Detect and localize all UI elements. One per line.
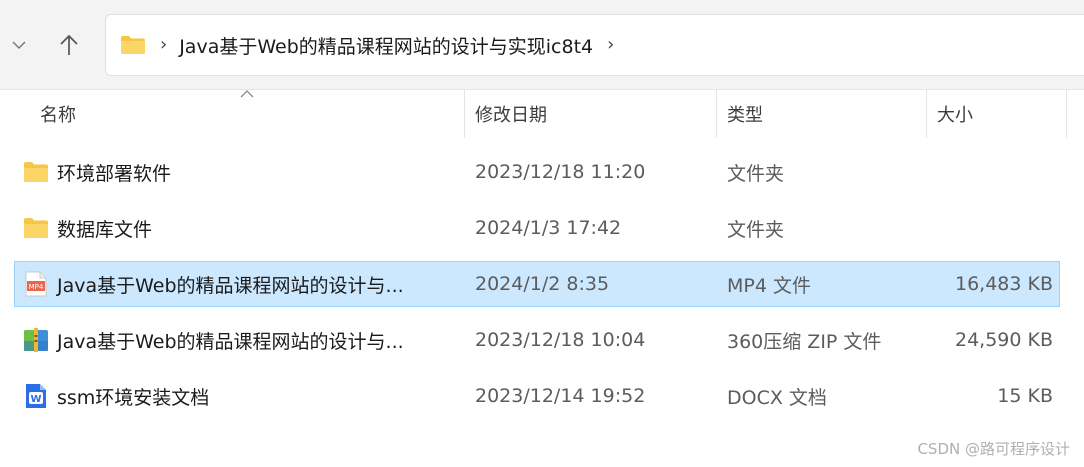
file-name-cell: 数据库文件 (23, 206, 463, 250)
column-header-size[interactable]: 大小 (937, 90, 973, 138)
file-row[interactable]: 数据库文件 2024/1/3 17:42 文件夹 (14, 205, 1060, 251)
recent-locations-button[interactable] (6, 30, 32, 60)
breadcrumb-expand-chevron[interactable]: › (607, 36, 614, 54)
up-button[interactable] (52, 26, 86, 64)
watermark: CSDN @路可程序设计 (917, 440, 1070, 458)
file-row-selected[interactable]: MP4 Java基于Web的精品课程网站的设计与... 2024/1/2 8:3… (14, 261, 1060, 307)
column-header-type[interactable]: 类型 (727, 90, 763, 138)
breadcrumb-current-folder[interactable]: Java基于Web的精品课程网站的设计与实现ic8t4 (179, 32, 593, 59)
file-modified: 2024/1/2 8:35 (475, 273, 610, 295)
file-size: 16,483 KB (954, 273, 1053, 295)
file-name-cell: W ssm环境安装文档 (23, 374, 463, 418)
file-name: 环境部署软件 (57, 162, 172, 185)
file-name: Java基于Web的精品课程网站的设计与... (57, 330, 404, 353)
column-divider[interactable] (926, 90, 927, 138)
sort-ascending-icon (240, 90, 254, 98)
file-type: 文件夹 (727, 162, 785, 185)
column-divider[interactable] (464, 90, 465, 138)
arrow-up-icon (60, 34, 78, 55)
zip-archive-icon (23, 327, 49, 353)
mp4-file-icon: MP4 (23, 271, 49, 297)
address-bar[interactable]: › Java基于Web的精品课程网站的设计与实现ic8t4 › (105, 14, 1084, 76)
column-header-row: 名称 修改日期 类型 大小 (0, 90, 1084, 138)
file-row[interactable]: Java基于Web的精品课程网站的设计与... 2023/12/18 10:04… (14, 317, 1060, 363)
svg-text:W: W (30, 394, 41, 405)
docx-file-icon: W (23, 383, 49, 409)
column-divider[interactable] (716, 90, 717, 138)
column-divider[interactable] (1066, 90, 1067, 138)
svg-text:MP4: MP4 (29, 283, 44, 291)
file-type: 文件夹 (727, 218, 785, 241)
folder-icon (120, 35, 146, 55)
file-name-cell: MP4 Java基于Web的精品课程网站的设计与... (23, 262, 463, 306)
column-header-modified[interactable]: 修改日期 (475, 90, 547, 138)
chevron-down-icon (12, 40, 26, 49)
file-name-cell: 环境部署软件 (23, 150, 463, 194)
breadcrumb-separator[interactable]: › (160, 36, 167, 54)
file-name: 数据库文件 (57, 218, 153, 241)
folder-icon (23, 159, 49, 185)
folder-icon (23, 215, 49, 241)
file-size: 24,590 KB (954, 329, 1053, 351)
file-modified: 2023/12/18 10:04 (475, 329, 646, 351)
file-name-cell: Java基于Web的精品课程网站的设计与... (23, 318, 463, 362)
file-type: 360压缩 ZIP 文件 (727, 330, 882, 353)
file-row[interactable]: W ssm环境安装文档 2023/12/14 19:52 DOCX 文档 15 … (14, 373, 1060, 419)
file-modified: 2023/12/18 11:20 (475, 161, 646, 183)
file-size: 15 KB (997, 385, 1053, 407)
navigation-bar: › Java基于Web的精品课程网站的设计与实现ic8t4 › (0, 0, 1084, 90)
file-type: DOCX 文档 (727, 386, 827, 409)
file-name: ssm环境安装文档 (57, 386, 210, 409)
file-type: MP4 文件 (727, 274, 811, 297)
file-modified: 2024/1/3 17:42 (475, 217, 622, 239)
file-modified: 2023/12/14 19:52 (475, 385, 646, 407)
file-row[interactable]: 环境部署软件 2023/12/18 11:20 文件夹 (14, 149, 1060, 195)
file-name: Java基于Web的精品课程网站的设计与... (57, 274, 404, 297)
column-header-name[interactable]: 名称 (40, 90, 76, 138)
